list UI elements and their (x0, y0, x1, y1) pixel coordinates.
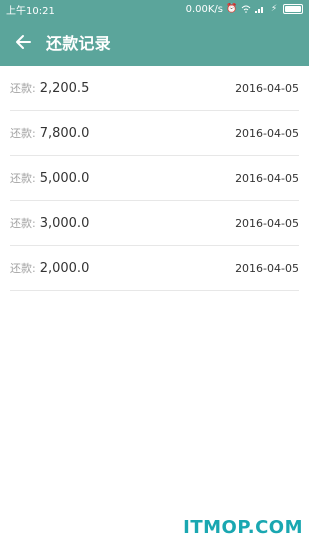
record-amount: 2,000.0 (39, 261, 90, 276)
record-label: 还款: (10, 127, 36, 140)
app-bar: 还款记录 (0, 18, 309, 66)
record-amount: 2,200.5 (39, 81, 90, 96)
battery-icon (283, 4, 303, 14)
wifi-icon (241, 4, 251, 14)
status-icons: 0.00K/s ⏰ ⚡ (186, 4, 303, 15)
arrow-left-icon (16, 35, 31, 49)
record-left: 还款: 7,800.0 (10, 125, 89, 141)
record-left: 还款: 2,000.0 (10, 260, 89, 276)
list-item: 还款: 5,000.0 2016-04-05 (10, 156, 299, 201)
record-label: 还款: (10, 82, 36, 95)
status-bar: 上午10:21 0.00K/s ⏰ ⚡ (0, 0, 309, 18)
record-label: 还款: (10, 172, 36, 185)
list-item: 还款: 7,800.0 2016-04-05 (10, 111, 299, 156)
alarm-icon: ⏰ (226, 3, 238, 14)
record-amount: 5,000.0 (39, 171, 90, 186)
record-date: 2016-04-05 (235, 216, 299, 230)
list-item: 还款: 3,000.0 2016-04-05 (10, 201, 299, 246)
record-left: 还款: 2,200.5 (10, 80, 89, 96)
back-button[interactable] (12, 31, 34, 53)
record-date: 2016-04-05 (235, 126, 299, 140)
signal-icon (255, 4, 265, 14)
record-date: 2016-04-05 (235, 261, 299, 275)
list-item: 还款: 2,200.5 2016-04-05 (10, 66, 299, 111)
record-left: 还款: 3,000.0 (10, 215, 89, 231)
record-date: 2016-04-05 (235, 81, 299, 95)
watermark: ITMOP.COM (183, 517, 303, 538)
record-amount: 3,000.0 (39, 216, 90, 231)
list-item: 还款: 2,000.0 2016-04-05 (10, 246, 299, 291)
record-amount: 7,800.0 (39, 126, 90, 141)
record-date: 2016-04-05 (235, 171, 299, 185)
charging-icon: ⚡ (270, 3, 278, 14)
page-title: 还款记录 (46, 34, 111, 53)
status-time: 上午10:21 (6, 5, 55, 17)
network-speed: 0.00K/s (185, 3, 223, 15)
record-label: 还款: (10, 262, 36, 275)
repayment-list: 还款: 2,200.5 2016-04-05 还款: 7,800.0 2016-… (0, 66, 309, 291)
record-label: 还款: (10, 217, 36, 230)
top-bar: 上午10:21 0.00K/s ⏰ ⚡ 还款记录 (0, 0, 309, 66)
record-left: 还款: 5,000.0 (10, 170, 89, 186)
